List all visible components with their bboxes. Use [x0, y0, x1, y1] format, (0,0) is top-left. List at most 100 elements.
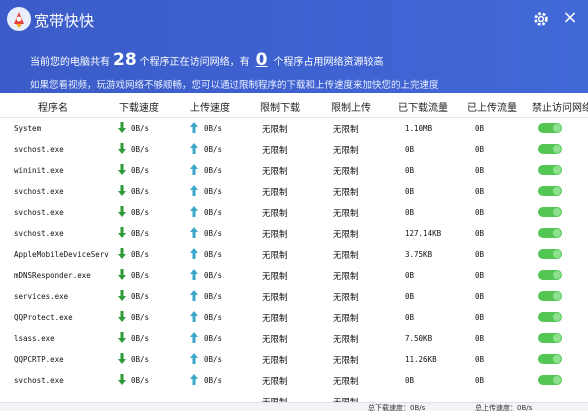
limit-upload-value[interactable]: 无限制: [333, 228, 359, 240]
col-up-speed[interactable]: 上传速度: [190, 99, 230, 114]
limit-upload-value[interactable]: 无限制: [333, 249, 359, 261]
download-arrow-icon: [118, 185, 126, 196]
limit-upload-value[interactable]: 无限制: [333, 144, 359, 156]
downloaded-amount: 3.75KB: [405, 250, 433, 259]
col-down-speed[interactable]: 下载速度: [119, 99, 159, 114]
block-network-toggle[interactable]: [538, 312, 562, 322]
limit-download-value[interactable]: 无限制: [262, 354, 288, 366]
limit-download-value[interactable]: 无限制: [262, 207, 288, 219]
block-network-toggle[interactable]: [538, 291, 562, 301]
block-network-toggle[interactable]: [538, 375, 562, 385]
table-row[interactable]: mDNSResponder.exe 0B/s 0B/s 无限制 无限制 0B 0B: [0, 265, 588, 286]
col-name[interactable]: 程序名: [38, 99, 68, 114]
close-icon[interactable]: ×: [561, 9, 579, 27]
block-network-toggle[interactable]: [538, 270, 562, 280]
limit-download-value[interactable]: 无限制: [262, 333, 288, 345]
upload-arrow-icon: [190, 164, 198, 175]
upload-arrow-icon: [190, 311, 198, 322]
col-limit-down[interactable]: 限制下载: [260, 99, 300, 114]
uploaded-amount: 0B: [475, 292, 485, 301]
process-name: services.exe: [14, 292, 69, 301]
block-network-toggle[interactable]: [538, 144, 562, 154]
limit-upload-value[interactable]: 无限制: [333, 354, 359, 366]
limit-download-value[interactable]: 无限制: [262, 375, 288, 387]
download-arrow-icon: [118, 122, 126, 133]
limit-upload-value[interactable]: 无限制: [333, 186, 359, 198]
limit-download-value[interactable]: 无限制: [262, 144, 288, 156]
table-row[interactable]: System 0B/s 0B/s 无限制 无限制 1.10MB 0B: [0, 118, 588, 139]
block-network-toggle[interactable]: [538, 123, 562, 133]
upload-arrow-icon: [190, 227, 198, 238]
process-name: lsass.exe: [14, 334, 55, 343]
upload-speed: 0B/s: [204, 208, 223, 217]
limit-upload-value[interactable]: 无限制: [333, 333, 359, 345]
downloaded-amount: 7.50KB: [405, 334, 433, 343]
heavy-program-count[interactable]: 0: [256, 50, 268, 70]
upload-speed: 0B/s: [204, 334, 223, 343]
download-arrow-icon: [118, 206, 126, 217]
limit-download-value[interactable]: 无限制: [262, 312, 288, 324]
block-network-toggle[interactable]: [538, 354, 562, 364]
limit-download-value[interactable]: 无限制: [262, 186, 288, 198]
block-network-toggle[interactable]: [538, 186, 562, 196]
limit-download-value[interactable]: 无限制: [262, 228, 288, 240]
table-row[interactable]: AppleMobileDeviceServ 0B/s 0B/s 无限制 无限制 3.75K…: [0, 244, 588, 265]
limit-download-value[interactable]: 无限制: [262, 270, 288, 282]
download-speed: 0B/s: [131, 313, 150, 322]
limit-upload-value[interactable]: 无限制: [333, 312, 359, 324]
downloaded-amount: 1.10MB: [405, 124, 433, 133]
col-block-network[interactable]: 禁止访问网络: [532, 99, 588, 114]
limit-upload-value[interactable]: 无限制: [333, 165, 359, 177]
table-row[interactable]: services.exe 0B/s 0B/s 无限制 无限制 0B 0B: [0, 286, 588, 307]
block-network-toggle[interactable]: [538, 228, 562, 238]
program-count: 28: [113, 50, 137, 70]
block-network-toggle[interactable]: [538, 333, 562, 343]
limit-download-value[interactable]: 无限制: [262, 291, 288, 303]
download-speed: 0B/s: [131, 376, 150, 385]
upload-arrow-icon: [190, 290, 198, 301]
downloaded-amount: 0B: [405, 166, 415, 175]
downloaded-amount: 0B: [405, 187, 415, 196]
upload-speed: 0B/s: [204, 166, 223, 175]
table-row[interactable]: svchost.exe 0B/s 0B/s 无限制 无限制 0B 0B: [0, 202, 588, 223]
limit-upload-value[interactable]: 无限制: [333, 291, 359, 303]
table-row[interactable]: lsass.exe 0B/s 0B/s 无限制 无限制 7.50KB 0B: [0, 328, 588, 349]
limit-upload-value[interactable]: 无限制: [333, 123, 359, 135]
block-network-toggle[interactable]: [538, 165, 562, 175]
process-name: svchost.exe: [14, 376, 64, 385]
col-limit-up[interactable]: 限制上传: [331, 99, 371, 114]
col-uploaded[interactable]: 已上传流量: [467, 99, 517, 114]
gear-icon[interactable]: [532, 10, 550, 28]
block-network-toggle[interactable]: [538, 207, 562, 217]
download-speed: 0B/s: [131, 355, 150, 364]
app-title: 宽带快快: [34, 12, 95, 30]
uploaded-amount: 0B: [475, 208, 485, 217]
upload-speed: 0B/s: [204, 187, 223, 196]
download-arrow-icon: [118, 143, 126, 154]
col-downloaded[interactable]: 已下载流量: [398, 99, 448, 114]
uploaded-amount: 0B: [475, 271, 485, 280]
limit-download-value[interactable]: 无限制: [262, 249, 288, 261]
upload-arrow-icon: [190, 206, 198, 217]
limit-upload-value[interactable]: 无限制: [333, 270, 359, 282]
limit-download-value[interactable]: 无限制: [262, 165, 288, 177]
uploaded-amount: 0B: [475, 313, 485, 322]
limit-upload-value[interactable]: 无限制: [333, 207, 359, 219]
table-row[interactable]: wininit.exe 0B/s 0B/s 无限制 无限制 0B 0B: [0, 160, 588, 181]
download-speed: 0B/s: [131, 145, 150, 154]
limit-upload-value[interactable]: 无限制: [333, 375, 359, 387]
table-row[interactable]: svchost.exe 0B/s 0B/s 无限制 无限制 0B 0B: [0, 370, 588, 391]
download-speed: 0B/s: [131, 250, 150, 259]
downloaded-amount: 0B: [405, 271, 415, 280]
block-network-toggle[interactable]: [538, 249, 562, 259]
table-row[interactable]: svchost.exe 0B/s 0B/s 无限制 无限制 127.14KB 0B: [0, 223, 588, 244]
rocket-logo-icon: [7, 7, 31, 31]
download-arrow-icon: [118, 332, 126, 343]
process-name: wininit.exe: [14, 166, 64, 175]
uploaded-amount: 0B: [475, 250, 485, 259]
limit-download-value[interactable]: 无限制: [262, 123, 288, 135]
table-row[interactable]: svchost.exe 0B/s 0B/s 无限制 无限制 0B 0B: [0, 181, 588, 202]
table-row[interactable]: svchost.exe 0B/s 0B/s 无限制 无限制 0B 0B: [0, 139, 588, 160]
table-row[interactable]: QQPCRTP.exe 0B/s 0B/s 无限制 无限制 11.26KB 0B: [0, 349, 588, 370]
table-row[interactable]: QQProtect.exe 0B/s 0B/s 无限制 无限制 0B 0B: [0, 307, 588, 328]
